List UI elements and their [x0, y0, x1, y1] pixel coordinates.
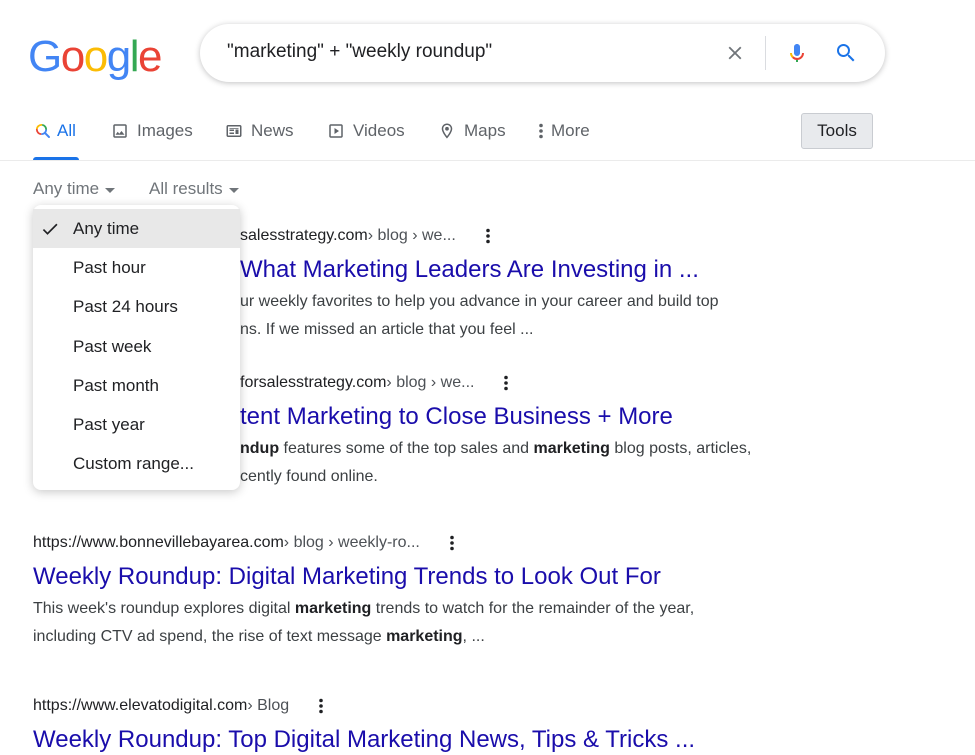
snippet-line: ndup features some of the top sales and …	[240, 435, 813, 463]
logo-letter: g	[106, 32, 131, 81]
snippet-text: including CTV ad spend, the rise of text…	[33, 628, 387, 645]
header-divider	[0, 160, 975, 161]
snippet-line: ns. If we missed an article that you fee…	[240, 321, 534, 338]
video-icon	[326, 121, 346, 141]
snippet-text: , ...	[462, 628, 485, 645]
snippet-bold: marketing	[386, 628, 463, 645]
voice-search-button[interactable]	[780, 36, 814, 70]
menu-item-label: Past week	[73, 336, 152, 356]
result-more-options-button[interactable]	[311, 696, 331, 716]
result-more-options-button[interactable]	[478, 226, 498, 246]
search-result: https://www.bonnevillebayarea.com › blog…	[33, 533, 813, 651]
result-title-link[interactable]: Weekly Roundup: Digital Marketing Trends…	[33, 562, 813, 592]
time-filter-label: Any time	[33, 179, 100, 198]
search-divider	[765, 36, 766, 70]
more-vertical-icon	[536, 121, 546, 141]
snippet-text: This week's roundup explores digital	[33, 600, 295, 617]
search-result: https://www.elevatodigital.com › Blog We…	[33, 696, 813, 755]
tab-label: More	[551, 121, 590, 140]
menu-item-label: Past month	[73, 375, 159, 395]
snippet-line: cently found online.	[240, 468, 378, 485]
logo-letter: l	[129, 32, 140, 81]
checkmark-icon	[42, 223, 58, 235]
result-domain: salesstrategy.com	[240, 227, 368, 244]
image-icon	[110, 121, 130, 141]
menu-item-past-week[interactable]: Past week	[33, 327, 240, 366]
news-icon	[224, 121, 244, 141]
more-vertical-icon	[504, 375, 509, 391]
menu-item-label: Custom range...	[73, 454, 194, 474]
tab-label: News	[251, 121, 294, 140]
snippet-text: blog posts, articles,	[609, 440, 752, 457]
snippet-bold: ndup	[240, 440, 280, 457]
caret-down-icon	[228, 187, 239, 193]
result-url: https://www.bonnevillebayarea.com › blog…	[33, 533, 813, 553]
menu-item-label: Any time	[73, 218, 140, 238]
snippet-line: including CTV ad spend, the rise of text…	[33, 623, 813, 651]
logo-letter: e	[137, 32, 162, 81]
more-vertical-icon	[319, 698, 323, 714]
result-domain: https://www.elevatodigital.com	[33, 697, 248, 714]
snippet-text: trends to watch for the remainder of the…	[371, 600, 695, 617]
search-submit-button[interactable]	[829, 36, 863, 70]
tab-label: Videos	[353, 121, 405, 140]
tab-maps[interactable]: Maps	[437, 113, 506, 160]
menu-item-label: Past 24 hours	[73, 297, 178, 317]
time-filter-dropdown[interactable]: Any time	[33, 179, 116, 199]
result-title-link[interactable]: Weekly Roundup: Top Digital Marketing Ne…	[33, 725, 813, 755]
tab-images[interactable]: Images	[110, 113, 193, 160]
snippet-bold: marketing	[294, 600, 372, 617]
logo-letter: o	[83, 32, 108, 81]
map-pin-icon	[437, 121, 457, 141]
tab-news[interactable]: News	[224, 113, 294, 160]
menu-item-custom-range[interactable]: Custom range...	[33, 445, 240, 484]
more-vertical-icon	[485, 228, 490, 244]
snippet-text: features some of the top sales and	[279, 440, 534, 457]
close-icon	[728, 46, 742, 60]
results-filter-dropdown[interactable]: All results	[149, 179, 239, 199]
result-url: https://www.elevatodigital.com › Blog	[33, 696, 813, 716]
menu-item-past-24-hours[interactable]: Past 24 hours	[33, 288, 240, 327]
snippet-bold: marketing	[533, 440, 610, 457]
time-filter-menu: Any time Past hour Past 24 hours Past we…	[33, 205, 240, 490]
result-snippet: This week's roundup explores digital mar…	[33, 595, 813, 651]
result-domain: forsalesstrategy.com	[240, 374, 387, 391]
tools-button[interactable]: Tools	[801, 113, 873, 149]
result-breadcrumb: › Blog	[247, 697, 290, 714]
logo-letter: o	[60, 32, 85, 81]
result-domain: https://www.bonnevillebayarea.com	[33, 534, 284, 551]
result-breadcrumb: › blog › we...	[367, 227, 456, 244]
menu-item-label: Past hour	[73, 257, 146, 277]
tab-label: All	[57, 121, 76, 140]
menu-item-past-hour[interactable]: Past hour	[33, 248, 240, 287]
menu-item-label: Past year	[73, 415, 145, 435]
search-input[interactable]: "marketing" + "weekly roundup"	[227, 41, 492, 63]
result-more-options-button[interactable]	[496, 373, 516, 393]
snippet-line: ur weekly favorites to help you advance …	[240, 293, 719, 310]
result-breadcrumb: › blog › we...	[386, 374, 475, 391]
microphone-icon	[790, 44, 804, 62]
caret-down-icon	[105, 187, 116, 193]
result-more-options-button[interactable]	[442, 533, 462, 553]
search-icon	[837, 44, 855, 62]
clear-search-button[interactable]	[718, 36, 752, 70]
menu-item-past-month[interactable]: Past month	[33, 366, 240, 405]
tab-more[interactable]: More	[536, 113, 590, 160]
snippet-line: This week's roundup explores digital mar…	[33, 595, 813, 623]
search-box[interactable]: "marketing" + "weekly roundup"	[200, 24, 885, 82]
tab-videos[interactable]: Videos	[326, 113, 405, 160]
menu-item-any-time[interactable]: Any time	[33, 209, 240, 249]
search-icon	[33, 121, 53, 141]
tab-label: Maps	[464, 121, 506, 140]
google-logo[interactable]: Google	[28, 32, 162, 81]
logo-letter: G	[28, 32, 62, 81]
menu-item-past-year[interactable]: Past year	[33, 405, 240, 444]
results-filter-label: All results	[149, 179, 223, 198]
tab-label: Images	[137, 121, 193, 140]
more-vertical-icon	[450, 535, 454, 551]
result-breadcrumb: › blog › weekly-ro...	[283, 534, 420, 551]
tab-all[interactable]: All	[33, 113, 79, 160]
